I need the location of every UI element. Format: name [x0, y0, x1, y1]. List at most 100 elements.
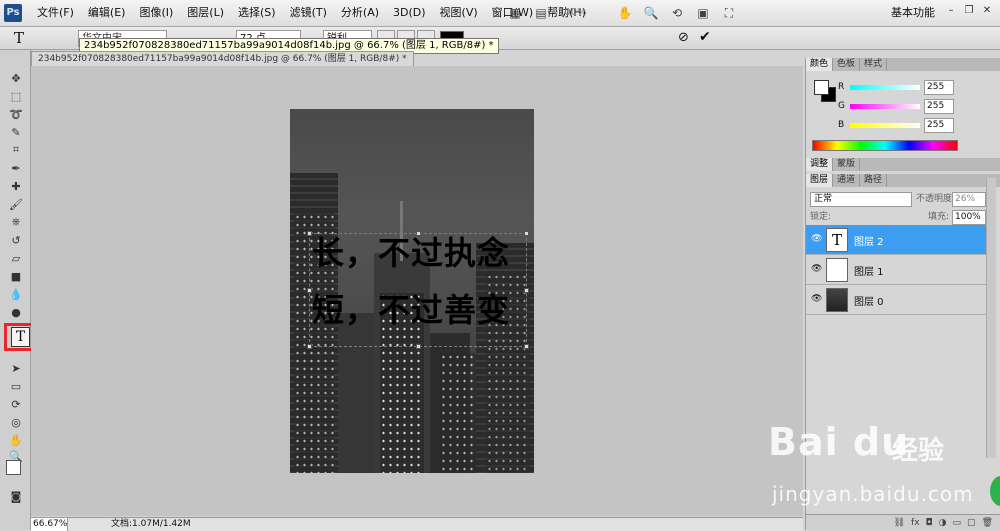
foreground-background-colors[interactable] [6, 460, 28, 482]
layer-name: 图层 2 [854, 237, 884, 248]
gradient-tool-icon[interactable]: ■ [8, 268, 24, 284]
lasso-tool-icon[interactable]: ➰ [8, 106, 24, 122]
tab-layers[interactable]: 图层 [806, 174, 834, 187]
menu-image[interactable]: 图像(I) [132, 0, 180, 26]
eraser-tool-icon[interactable]: ▱ [8, 250, 24, 266]
menu-select[interactable]: 选择(S) [231, 0, 283, 26]
3d-rotate-tool-icon[interactable]: ⟳ [8, 396, 24, 412]
dodge-tool-icon[interactable]: ● [8, 304, 24, 320]
text-line-2[interactable]: 短，不过善变 [312, 285, 510, 331]
foreground-color[interactable] [6, 460, 21, 475]
transform-handle[interactable] [524, 344, 529, 349]
window-controls: – ❐ ✕ [944, 4, 994, 18]
eye-icon[interactable]: 👁 [811, 294, 822, 304]
tools-panel: ✥ ⬚ ➰ ✎ ⌗ ✒ ✚ 🖌 ⎈ ↺ ▱ ■ 💧 ● T ➤ ▭ ⟳ ◎ ✋ … [0, 50, 36, 530]
tab-masks[interactable]: 蒙版 [833, 158, 861, 171]
color-panel-foreground[interactable] [814, 80, 829, 95]
green-value[interactable]: 255 [924, 99, 954, 114]
minimize-icon[interactable]: – [944, 4, 958, 18]
quick-mask-icon[interactable]: ◙ [8, 488, 24, 504]
zoom-level-select[interactable]: 100% [558, 5, 608, 21]
blue-track[interactable] [850, 123, 920, 128]
green-track[interactable] [850, 104, 920, 109]
fill-field[interactable]: 100% [952, 210, 986, 225]
arrange-documents-icon[interactable]: ▣ [694, 4, 712, 22]
tab-styles[interactable]: 样式 [860, 58, 888, 71]
quick-select-tool-icon[interactable]: ✎ [8, 124, 24, 140]
layer-row[interactable]: 👁 图层 0 [806, 285, 986, 315]
path-selection-tool-icon[interactable]: ➤ [8, 360, 24, 376]
photoshop-logo: Ps [4, 4, 22, 22]
watermark-product: 经验 [892, 436, 945, 466]
red-value[interactable]: 255 [924, 80, 954, 95]
green-label: G [838, 101, 845, 111]
clone-stamp-tool-icon[interactable]: ⎈ [8, 214, 24, 230]
cancel-edits-icon[interactable]: ⊘ [678, 30, 689, 45]
image-layer-thumbnail [826, 288, 848, 312]
3d-orbit-tool-icon[interactable]: ◎ [8, 414, 24, 430]
document-tab[interactable]: 234b952f070828380ed71157ba99a9014d08f14b… [31, 51, 414, 66]
rotate-view-icon[interactable]: ⟲ [668, 4, 686, 22]
hand-tool-icon[interactable]: ✋ [616, 4, 634, 22]
watermark-url: jingyan.baidu.com [772, 482, 974, 506]
menu-file[interactable]: 文件(F) [30, 0, 81, 26]
eyedropper-tool-icon[interactable]: ✒ [8, 160, 24, 176]
layers-scrollbar[interactable] [986, 178, 996, 458]
tab-channels[interactable]: 通道 [833, 174, 861, 187]
close-icon[interactable]: ✕ [980, 4, 994, 18]
healing-brush-tool-icon[interactable]: ✚ [8, 178, 24, 194]
transform-handle[interactable] [524, 231, 529, 236]
transform-handle[interactable] [524, 288, 529, 293]
watermark-brand: Bai du [768, 420, 910, 464]
menu-filter[interactable]: 滤镜(T) [283, 0, 334, 26]
brush-tool-icon[interactable]: 🖌 [8, 196, 24, 212]
tab-swatches[interactable]: 色板 [833, 58, 861, 71]
opacity-field[interactable]: 26% [952, 192, 986, 207]
red-label: R [838, 82, 845, 92]
workspace-switcher[interactable]: 基本功能 [891, 0, 935, 26]
menu-edit[interactable]: 编辑(E) [81, 0, 133, 26]
red-track[interactable] [850, 85, 920, 90]
blur-tool-icon[interactable]: 💧 [8, 286, 24, 302]
menu-layer[interactable]: 图层(L) [180, 0, 231, 26]
type-tool-preset-icon[interactable]: T [14, 29, 24, 47]
zoom-tool-icon[interactable]: 🔍 [642, 4, 660, 22]
view-extras-icon[interactable]: ▤ [532, 4, 550, 22]
rectangle-tool-icon[interactable]: ▭ [8, 378, 24, 394]
zoom-field[interactable]: 66.67% [31, 518, 68, 531]
screen-mode-icon[interactable]: ⛶ [720, 4, 738, 22]
layer-row[interactable]: 👁 T 图层 2 [806, 225, 986, 255]
move-tool-icon[interactable]: ✥ [8, 70, 24, 86]
photo-windows [440, 353, 476, 473]
menu-view[interactable]: 视图(V) [433, 0, 485, 26]
eye-icon[interactable]: 👁 [811, 264, 822, 274]
document-size[interactable]: 文档:1.07M/1.42M [111, 518, 191, 531]
adjustments-panel-tabs: 调整 蒙版 [806, 158, 1000, 171]
tab-color[interactable]: 颜色 [806, 58, 834, 71]
application-bar-tools: ▦ ▤ 100% ✋ 🔍 ⟲ ▣ ⛶ [506, 3, 738, 23]
eye-icon[interactable]: 👁 [811, 234, 822, 244]
crop-tool-icon[interactable]: ⌗ [8, 142, 24, 158]
type-tool-icon: T [11, 327, 30, 347]
color-panel-tabs: 颜色 色板 样式 [806, 58, 1000, 71]
layer-row[interactable]: 👁 图层 1 [806, 255, 986, 285]
commit-edits-icon[interactable]: ✔ [699, 29, 711, 45]
history-brush-tool-icon[interactable]: ↺ [8, 232, 24, 248]
blend-mode-select[interactable]: 正常 [810, 192, 912, 207]
menu-3d[interactable]: 3D(D) [386, 0, 433, 26]
restore-icon[interactable]: ❐ [962, 4, 976, 18]
marquee-tool-icon[interactable]: ⬚ [8, 88, 24, 104]
tab-adjustments[interactable]: 调整 [806, 158, 834, 171]
blue-value[interactable]: 255 [924, 118, 954, 133]
color-spectrum[interactable] [812, 140, 958, 151]
layer-thumbnail [826, 258, 848, 282]
launch-bridge-icon[interactable]: ▦ [506, 4, 524, 22]
transform-handle[interactable] [416, 344, 421, 349]
hand-tool-icon[interactable]: ✋ [8, 432, 24, 448]
text-line-1[interactable]: 长，不过执念 [312, 228, 510, 274]
layers-panel-tabs: 图层 通道 路径 [806, 174, 1000, 187]
tab-paths[interactable]: 路径 [860, 174, 888, 187]
menu-analysis[interactable]: 分析(A) [334, 0, 386, 26]
layer-name: 图层 0 [854, 297, 884, 308]
transform-handle[interactable] [307, 344, 312, 349]
